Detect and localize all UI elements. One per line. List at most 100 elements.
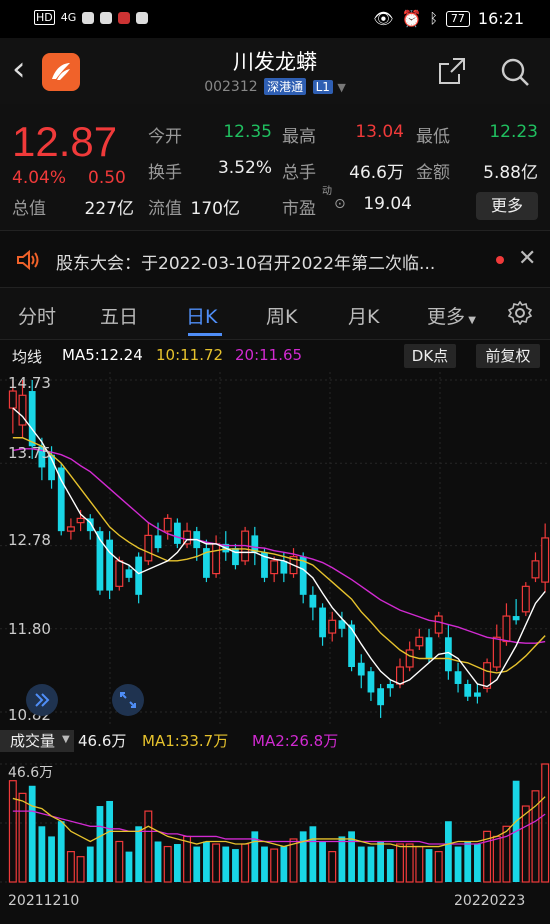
volume-chart[interactable] [0,758,550,886]
candle [66,518,75,540]
quote-value-5: 5.88亿 [483,163,538,183]
battery-indicator: 77 [445,10,470,27]
vol-ma2-value: MA2:26.8万 [252,732,339,750]
announcement-text: 股东大会：于2022-03-10召开2022年第二次临... [56,254,436,274]
quote-label-2: 最低 [416,127,450,147]
candle [106,531,114,600]
chart-settings-button[interactable] [507,300,533,329]
quote-panel: 12.87 4.04% 0.50 今开 12.35 最高 13.04 最低 12.23 换手 3… [0,104,550,230]
more-quote-button[interactable]: 更多 [476,192,538,220]
change-amount: 0.50 [88,168,126,188]
volume-label: 成交量 [10,732,56,750]
quote-label-4: 总手 [282,163,316,183]
tab-intraday[interactable]: 分时 [18,302,56,329]
volume-bar [28,785,36,882]
price-change: 4.04% 0.50 [12,168,126,188]
quote-value-6: 227亿 [84,199,134,219]
share-icon [439,58,465,84]
tab-five-day[interactable]: 五日 [100,302,138,329]
candle [464,679,472,701]
candle [512,599,520,625]
candle [173,518,181,549]
candle [483,658,492,693]
start-date: 20211210 [8,893,80,909]
volume-bar [163,845,172,883]
candle [521,582,530,617]
fullscreen-icon [120,692,136,708]
double-chevron-icon [35,693,50,707]
volume-bar [106,800,114,882]
ma5-line [12,407,546,688]
ma20-value: 20:11.65 [235,346,303,364]
y-tick-2: 13.75 [8,444,51,462]
volume-legend: 成交量 ▼ 46.6万 MA1:33.7万 MA2:26.8万 [0,730,550,752]
top-nav: ‹ 川发龙蟒 002312 深港通 L1 ▼ [0,38,550,104]
shield-icon [100,11,113,24]
volume-bar [299,831,307,882]
quote-label-5: 金额 [416,163,450,183]
forward-adjust-button[interactable]: 前复权 [476,344,540,368]
volume-bar [212,843,221,883]
volume-bar [241,843,250,883]
volume-bar [48,836,55,882]
volume-bar [173,844,181,882]
volume-bar [154,841,162,882]
volume-bar [183,835,192,883]
quote-value-7: 170亿 [190,199,240,219]
volume-bar [434,851,443,883]
info-icon[interactable]: ⊙ [334,196,346,212]
dk-point-button[interactable]: DK点 [404,344,456,368]
tab-more[interactable]: 更多 ▼ [427,302,476,329]
candle [367,666,375,701]
candle [289,548,298,578]
candle [251,526,259,566]
close-icon[interactable]: ✕ [518,246,536,271]
announcement-bar[interactable]: 股东大会：于2022-03-10召开2022年第二次临... ✕ [0,230,550,288]
candle [357,654,365,689]
candle [319,603,326,646]
candle [232,543,239,570]
candle [454,662,462,693]
fullscreen-button[interactable] [112,684,144,716]
volume-bar [115,840,124,883]
volume-bar [444,821,452,882]
y-tick-3: 12.78 [8,531,51,549]
volume-bar [319,841,326,882]
volume-bar [328,851,337,883]
quote-label-1: 最高 [282,127,316,147]
search-icon [501,58,529,86]
volume-bar [464,841,472,882]
ma-legend: 均线 MA5:12.24 10:11.72 20:11.65 [0,346,550,370]
speaker-icon [16,249,40,275]
vol-ma1-line [12,796,546,848]
stock-code: 002312 [204,79,258,95]
search-button[interactable] [499,56,531,92]
volume-bar [492,835,501,883]
candle [434,611,443,638]
volume-bar [280,846,288,882]
candle [502,603,511,646]
candle [377,683,385,718]
volume-bar [377,841,385,882]
tab-monthly-k[interactable]: 月K [348,302,379,329]
volume-value: 46.6万 [78,732,127,750]
tab-more-label: 更多 [427,306,466,328]
volume-bar [193,846,201,882]
tab-daily-k[interactable]: 日K [186,302,217,329]
unread-dot [496,256,504,264]
ma-label[interactable]: 均线 [12,346,42,367]
volume-bar [405,843,414,883]
share-button[interactable] [437,56,467,90]
stock-code-line: 002312 深港通 L1 ▼ [0,78,550,95]
candle [309,586,317,621]
dropdown-icon[interactable]: ▼ [337,81,345,94]
period-tabs: 分时 五日 日K 周K 月K 更多 ▼ [0,288,550,340]
candle [474,683,481,704]
candle [531,552,540,583]
candlestick-chart[interactable] [0,372,550,724]
last-price: 12.87 [12,118,118,165]
alarm-icon: ⏰ [401,9,422,28]
expand-button[interactable] [26,684,58,716]
tab-weekly-k[interactable]: 周K [266,302,297,329]
gear-icon [507,300,533,326]
